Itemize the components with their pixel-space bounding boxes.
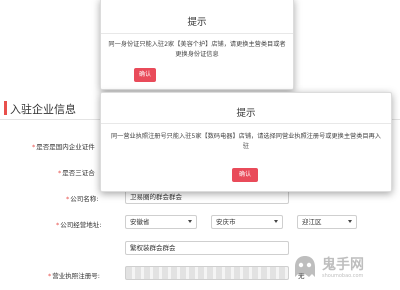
dialog-message: 同一营业执照注册号只能入驻5家【数码电器】店铺，请选择同营业执照注册号或更换主营… — [111, 133, 381, 150]
chevron-down-icon — [348, 220, 352, 223]
dialog-message: 同一身份证只能入驻2家【美容个护】店铺，请更换主营类目或者更换身份证信息 — [108, 41, 286, 58]
three-in-one-label: *是否三证合 — [58, 169, 95, 177]
chevron-down-icon — [274, 220, 278, 223]
watermark-brand: 鬼手网 — [322, 257, 364, 273]
business-license-limit-dialog: 提示 同一营业执照注册号只能入驻5家【数码电器】店铺，请选择同营业执照注册号或更… — [100, 92, 392, 192]
company-name-label: *公司名称: — [66, 195, 99, 203]
district-value: 迎江区 — [302, 218, 322, 226]
dialog-title: 提示 — [187, 17, 207, 28]
license-number-label: *营业执照注册号: — [48, 272, 100, 280]
company-address-label: *公司经营地址: — [56, 221, 102, 229]
section-accent-bar — [4, 101, 7, 115]
city-value: 安庆市 — [216, 218, 236, 226]
district-select[interactable]: 迎江区 — [297, 215, 357, 229]
dialog-divider — [101, 123, 391, 124]
dialog-title: 提示 — [236, 108, 256, 119]
province-value: 安徽省 — [130, 218, 150, 226]
dialog-divider — [101, 33, 293, 34]
section-title: 入驻企业信息 — [10, 103, 76, 116]
license-number-input-redacted[interactable] — [125, 266, 289, 280]
confirm-button[interactable]: 确认 — [134, 68, 156, 82]
province-select[interactable]: 安徽省 — [125, 215, 197, 229]
city-select[interactable]: 安庆市 — [211, 215, 283, 229]
watermark: 鬼手网 shoumobao.com — [292, 252, 396, 286]
domestic-enterprise-label: *是否是国内企业证件 — [32, 143, 95, 151]
confirm-button[interactable]: 确认 — [232, 168, 258, 182]
ghost-hand-logo-icon — [295, 256, 315, 277]
company-name-input[interactable]: 卫易圈的群会群会 — [125, 190, 289, 204]
chevron-down-icon — [188, 220, 192, 223]
street-address-input[interactable]: 繁权装群会群会 — [125, 241, 289, 255]
id-card-limit-dialog: 提示 同一身份证只能入驻2家【美容个护】店铺，请更换主营类目或者更换身份证信息 … — [100, 0, 294, 90]
watermark-url: shoumobao.com — [322, 273, 364, 279]
